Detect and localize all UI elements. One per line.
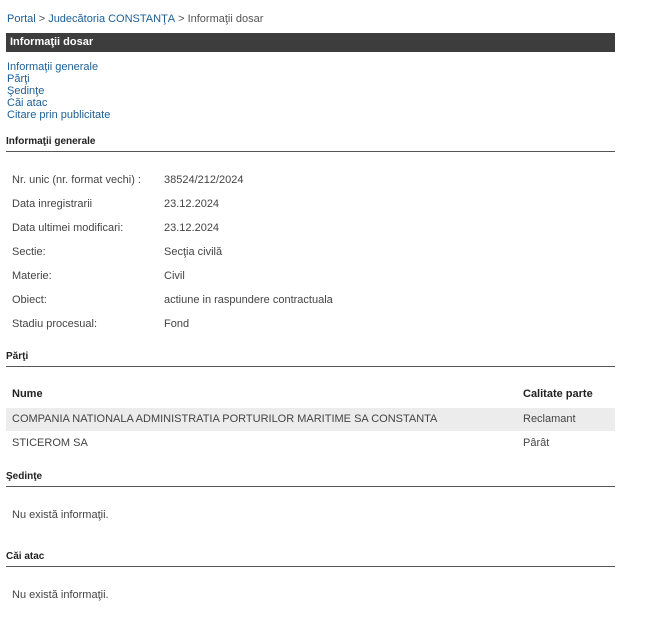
anchor-link-informatii-generale[interactable]: Informaţii generale [7,61,110,73]
column-header-calitate: Calitate parte [523,388,593,400]
info-value: Secţia civilă [164,246,223,258]
info-label: Nr. unic (nr. format vechi) : [12,174,141,186]
section-heading-parti: Părţi [6,351,615,367]
party-role: Reclamant [523,413,576,425]
sedinte-empty-message: Nu există informaţii. [12,509,109,521]
party-name: STICEROM SA [12,437,88,449]
info-value: actiune in raspundere contractuala [164,294,333,306]
breadcrumb-current: Informaţii dosar [187,13,264,25]
breadcrumb-separator: > [38,13,46,25]
section-heading-informatii-generale: Informaţii generale [6,136,615,152]
anchor-link-parti[interactable]: Părţi [7,73,110,85]
info-value: Civil [164,270,185,282]
anchor-link-citare[interactable]: Citare prin publicitate [7,109,110,121]
info-value: 23.12.2024 [164,198,220,210]
info-value: 23.12.2024 [164,222,220,234]
anchor-link-sedinte[interactable]: Şedinţe [7,85,110,97]
page-title: Informaţii dosar [6,33,615,52]
section-heading-cai-atac: Căi atac [6,551,615,567]
party-name: COMPANIA NATIONALA ADMINISTRATIA PORTURI… [12,413,438,425]
info-label: Data ultimei modificari: [12,222,124,234]
breadcrumb-separator: > [178,13,185,25]
cai-atac-empty-message: Nu există informaţii. [12,589,109,601]
table-row: STICEROM SA Pârât [6,432,615,455]
section-anchor-list: Informaţii generale Părţi Şedinţe Căi at… [7,61,110,121]
section-heading-sedinte: Şedinţe [6,471,615,487]
info-label: Data inregistrarii [12,198,93,210]
column-header-nume: Nume [12,388,43,400]
party-role: Pârât [523,437,550,449]
info-label: Stadiu procesual: [12,318,97,330]
table-row: COMPANIA NATIONALA ADMINISTRATIA PORTURI… [6,408,615,431]
parti-table-header: Nume Calitate parte [6,388,615,408]
breadcrumb: Portal > Judecătoria CONSTANŢA > Informaţii … [7,13,263,25]
info-label: Obiect: [12,294,47,306]
info-label: Materie: [12,270,52,282]
info-value: 38524/212/2024 [164,174,244,186]
info-label: Sectie: [12,246,46,258]
info-value: Fond [164,318,190,330]
breadcrumb-link-portal[interactable]: Portal [7,13,36,25]
anchor-link-cai-atac[interactable]: Căi atac [7,97,110,109]
breadcrumb-link-court[interactable]: Judecătoria CONSTANŢA [48,13,175,25]
